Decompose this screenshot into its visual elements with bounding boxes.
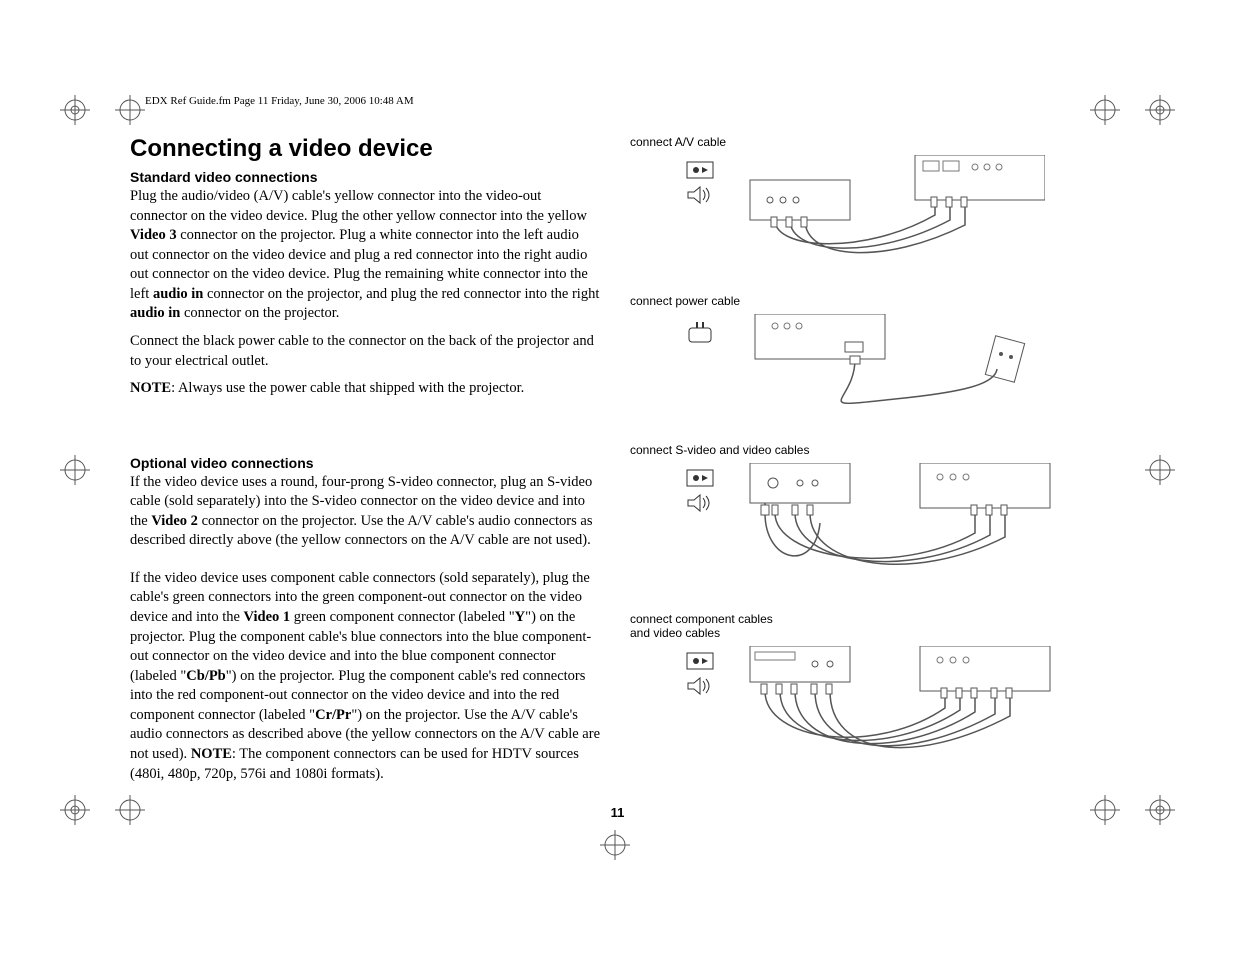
text: connector on the projector. — [180, 305, 339, 321]
text-column: Connecting a video device Standard video… — [130, 135, 600, 795]
section-heading-standard: Standard video connections — [130, 169, 600, 185]
text-bold: audio in — [153, 286, 203, 302]
text-bold: Video 1 — [244, 609, 291, 625]
text-bold: Cr/Pr — [315, 707, 351, 723]
text-bold: Video 2 — [151, 513, 198, 529]
figure-label: connect component cables and video cable… — [630, 612, 1105, 640]
diagram-component — [745, 646, 1105, 769]
note-label: NOTE — [191, 746, 232, 762]
figure-label: connect power cable — [630, 294, 1105, 308]
crop-mark — [60, 795, 90, 825]
audio-icon — [686, 185, 714, 205]
page-title: Connecting a video device — [130, 135, 600, 163]
doc-header: EDX Ref Guide.fm Page 11 Friday, June 30… — [145, 95, 1105, 107]
figure-svideo-cable: connect S-video and video cables — [630, 443, 1105, 586]
text: green component connector (labeled " — [290, 609, 515, 625]
figure-icons — [630, 155, 730, 211]
text-bold: audio in — [130, 305, 180, 321]
figure-icons — [630, 646, 730, 702]
figure-column: connect A/V cable — [630, 135, 1105, 795]
note-label: NOTE — [130, 380, 171, 396]
text: : Always use the power cable that shippe… — [171, 380, 524, 396]
text: connect component cables — [630, 612, 773, 626]
text-bold: Cb/Pb — [186, 668, 226, 684]
figure-icons — [630, 463, 730, 519]
body-paragraph: Connect the black power cable to the con… — [130, 332, 600, 371]
crop-mark — [1145, 95, 1175, 125]
page-content: EDX Ref Guide.fm Page 11 Friday, June 30… — [130, 95, 1105, 859]
text: and video cables — [630, 626, 720, 640]
plug-icon — [685, 320, 715, 344]
video-icon — [686, 652, 714, 670]
body-paragraph: Plug the audio/video (A/V) cable's yello… — [130, 187, 600, 324]
body-paragraph: If the video device uses component cable… — [130, 569, 600, 784]
crop-mark — [60, 95, 90, 125]
crop-mark — [1145, 795, 1175, 825]
note-paragraph: NOTE: Always use the power cable that sh… — [130, 379, 600, 399]
audio-icon — [686, 676, 714, 696]
page-number: 11 — [130, 805, 1105, 820]
figure-label: connect A/V cable — [630, 135, 1105, 149]
figure-av-cable: connect A/V cable — [630, 135, 1105, 268]
text: connector on the projector, and plug the… — [203, 286, 599, 302]
crop-mark — [60, 455, 90, 485]
video-icon — [686, 161, 714, 179]
diagram-av — [745, 155, 1105, 268]
audio-icon — [686, 493, 714, 513]
figure-icons — [630, 314, 730, 350]
diagram-power — [745, 314, 1105, 417]
text: Plug the audio/video (A/V) cable's yello… — [130, 188, 587, 224]
diagram-svideo — [745, 463, 1105, 586]
figure-component-cable: connect component cables and video cable… — [630, 612, 1105, 769]
text-bold: Video 3 — [130, 227, 177, 243]
text: connector on the projector. Use the A/V … — [130, 513, 592, 549]
crop-mark — [1145, 455, 1175, 485]
section-heading-optional: Optional video connections — [130, 455, 600, 471]
video-icon — [686, 469, 714, 487]
text-bold: Y — [515, 609, 525, 625]
figure-power-cable: connect power cable — [630, 294, 1105, 417]
figure-label: connect S-video and video cables — [630, 443, 1105, 457]
body-paragraph: If the video device uses a round, four-p… — [130, 473, 600, 551]
